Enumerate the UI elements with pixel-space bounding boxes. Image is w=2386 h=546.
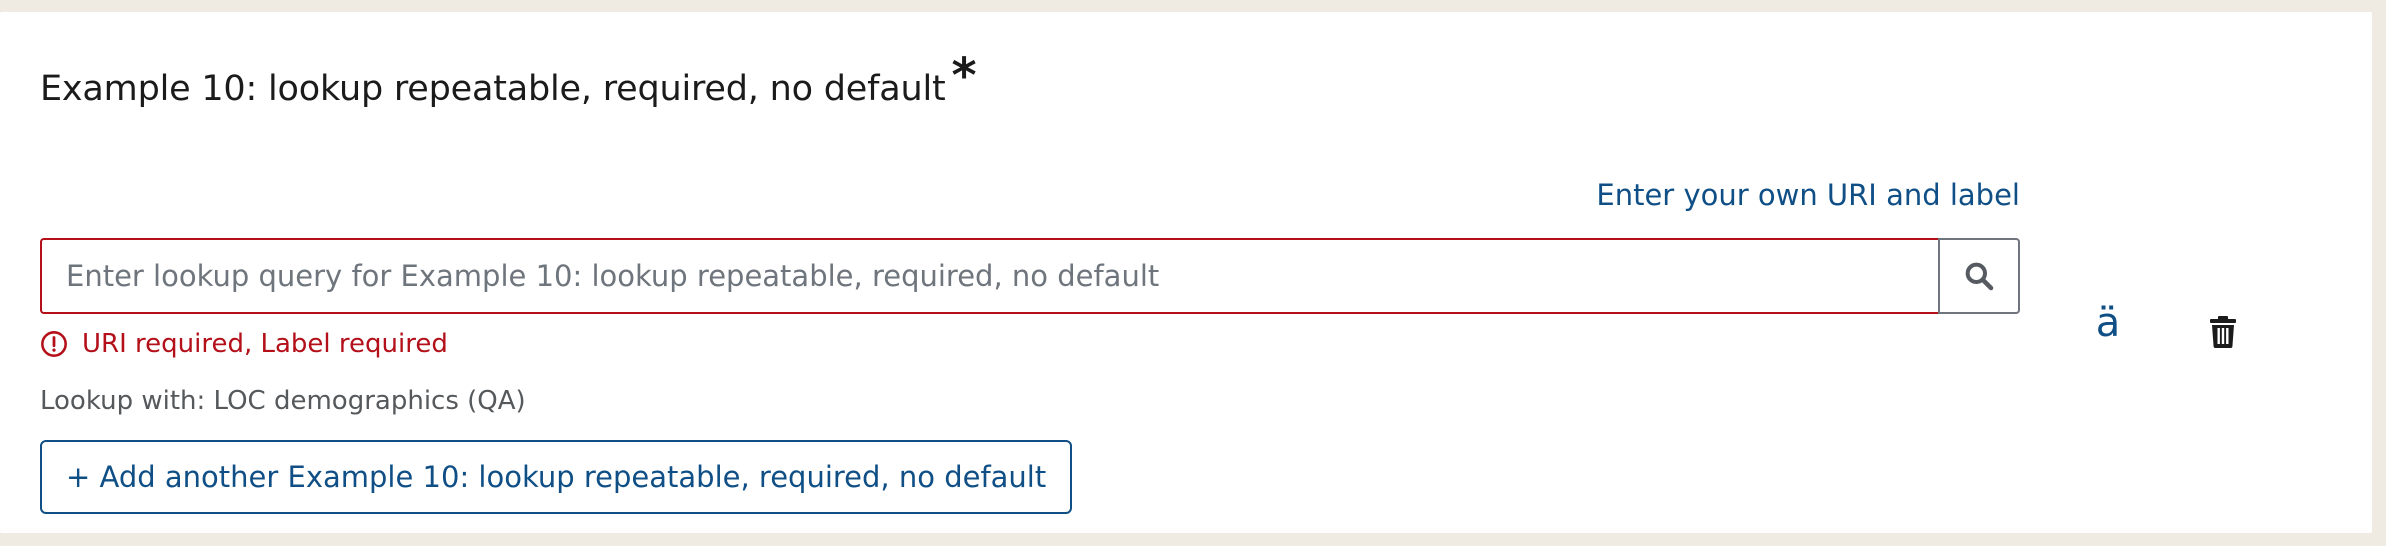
delete-button[interactable] (2207, 312, 2239, 352)
trash-icon (2210, 316, 2236, 348)
enter-own-uri-link[interactable]: Enter your own URI and label (1596, 178, 2020, 212)
property-title: Example 10: lookup repeatable, required,… (40, 48, 977, 112)
property-title-text: Example 10: lookup repeatable, required,… (40, 69, 946, 109)
language-button[interactable]: ä (2090, 298, 2126, 348)
lookup-search-group (40, 238, 2020, 314)
required-asterisk: * (951, 48, 977, 104)
lookup-query-input[interactable] (40, 238, 1938, 314)
alert-circle-icon (40, 330, 68, 358)
validation-error: URI required, Label required (40, 326, 448, 362)
lookup-source-label: Lookup with: LOC demographics (QA) (40, 386, 526, 416)
validation-error-text: URI required, Label required (82, 329, 448, 359)
search-icon (1965, 262, 1994, 291)
property-panel: Example 10: lookup repeatable, required,… (0, 12, 2372, 533)
add-another-button[interactable]: + Add another Example 10: lookup repeata… (40, 440, 1073, 514)
search-button[interactable] (1938, 238, 2020, 314)
